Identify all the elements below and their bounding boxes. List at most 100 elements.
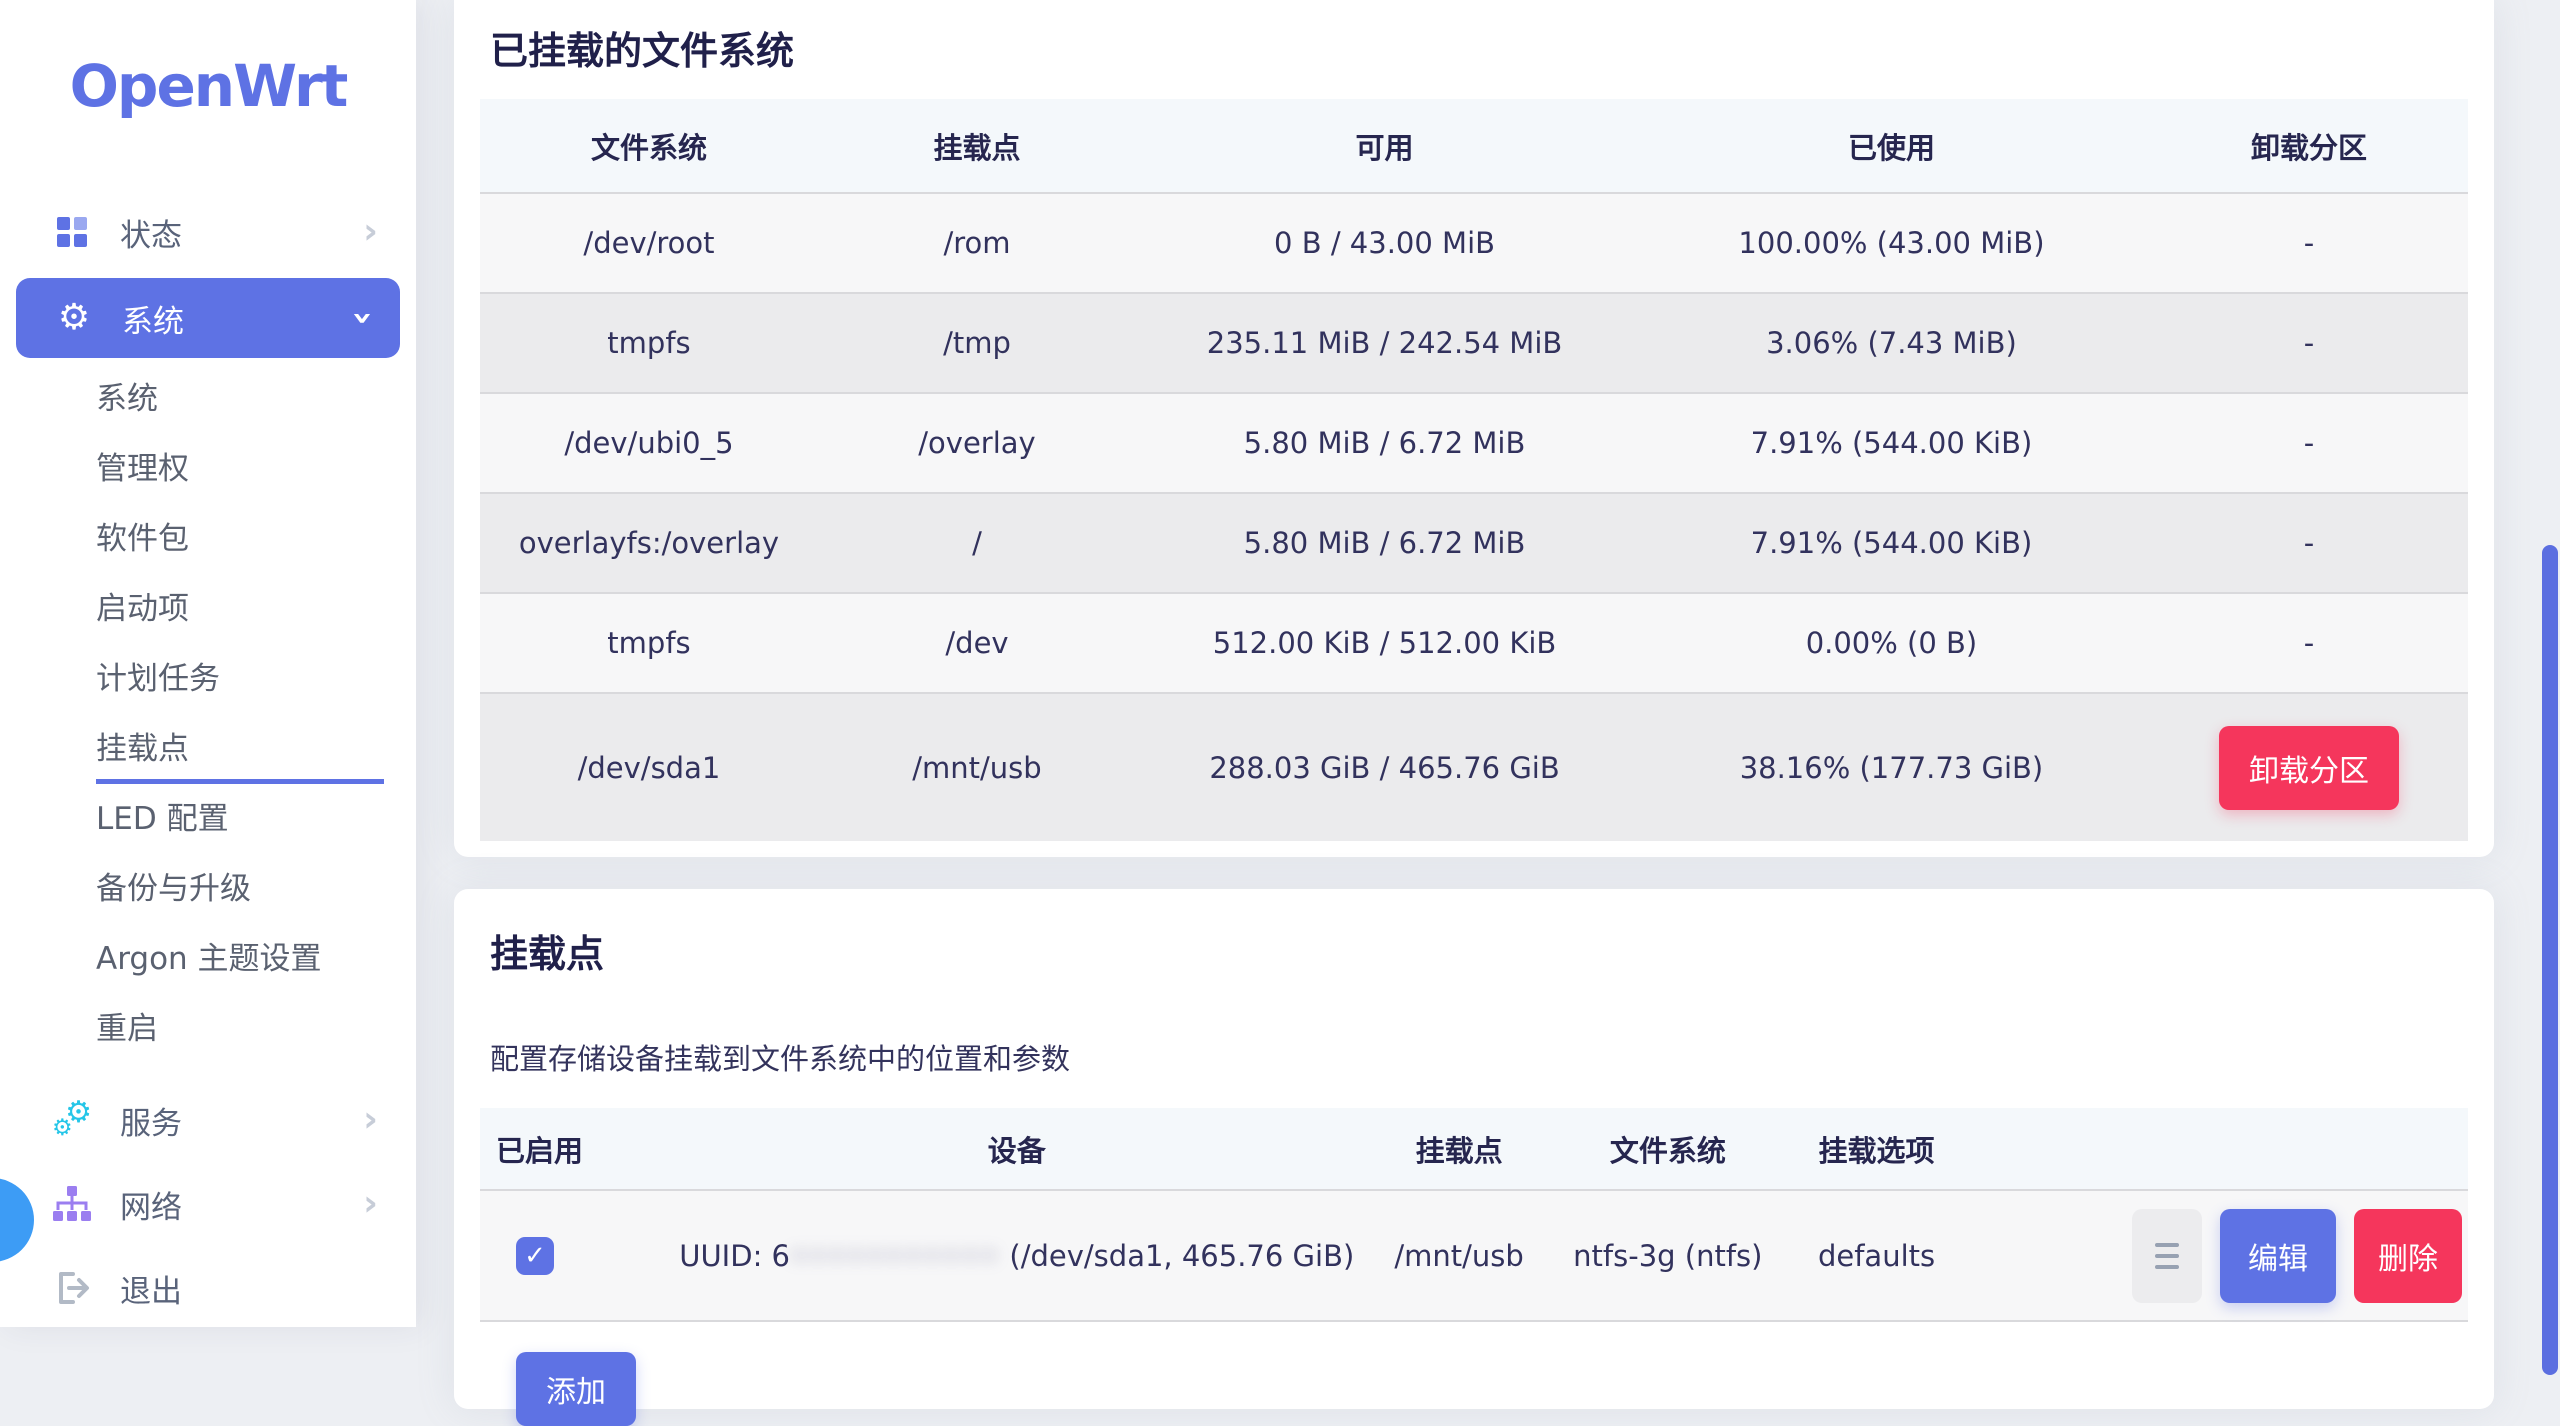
mounted-filesystems-card: 已挂载的文件系统 文件系统 挂载点 可用 已使用 卸载分区 /dev/root … xyxy=(454,0,2494,857)
system-submenu: 系统 管理权 软件包 启动项 计划任务 挂载点 LED 配置 备份与升级 Arg… xyxy=(0,364,416,1064)
drag-handle-button[interactable] xyxy=(2132,1209,2202,1303)
enabled-checkbox[interactable]: ✓ xyxy=(516,1237,554,1275)
cell-mountpoint: /overlay xyxy=(818,393,1136,493)
table-header-row: 已启用 设备 挂载点 文件系统 挂载选项 xyxy=(480,1108,2468,1190)
column-header-options: 挂载选项 xyxy=(1772,1108,1981,1190)
sidebar-item-label: 系统 xyxy=(122,296,184,341)
gear-icon: ⚙ xyxy=(54,300,94,336)
sidebar-item-label: 退出 xyxy=(120,1266,182,1311)
cell-unmount: - xyxy=(2150,293,2468,393)
sidebar-subitem-argon-theme[interactable]: Argon 主题设置 xyxy=(0,924,416,994)
mount-points-card: 挂载点 配置存储设备挂载到文件系统中的位置和参数 已启用 设备 挂载点 文件系统… xyxy=(454,889,2494,1409)
sidebar-item-logout[interactable]: 退出 xyxy=(0,1246,416,1330)
cell-available: 0 B / 43.00 MiB xyxy=(1136,193,1633,293)
cell-filesystem: /dev/root xyxy=(480,193,818,293)
cell-filesystem: /dev/sda1 xyxy=(480,693,818,841)
cell-mountpoint: /dev xyxy=(818,593,1136,693)
scrollbar[interactable] xyxy=(2540,0,2560,1327)
sidebar-subitem-reboot[interactable]: 重启 xyxy=(0,994,416,1064)
main-content: 已挂载的文件系统 文件系统 挂载点 可用 已使用 卸载分区 /dev/root … xyxy=(416,0,2560,1409)
chevron-right-icon: › xyxy=(363,1102,378,1138)
sidebar-item-services[interactable]: ⚙⚙ 服务 › xyxy=(0,1078,416,1162)
sidebar-subitem-scheduled-tasks[interactable]: 计划任务 xyxy=(0,644,416,714)
chevron-right-icon: › xyxy=(363,214,378,250)
cell-available: 5.80 MiB / 6.72 MiB xyxy=(1136,493,1633,593)
cell-used: 0.00% (0 B) xyxy=(1633,593,2150,693)
cell-actions: 编辑 删除 xyxy=(1981,1190,2468,1321)
cell-filesystem: tmpfs xyxy=(480,293,818,393)
cell-unmount: 卸载分区 xyxy=(2150,693,2468,841)
table-row: tmpfs /tmp 235.11 MiB / 242.54 MiB 3.06%… xyxy=(480,293,2468,393)
checkmark-icon: ✓ xyxy=(524,1243,546,1269)
cell-used: 7.91% (544.00 KiB) xyxy=(1633,393,2150,493)
mounted-filesystems-table: 文件系统 挂载点 可用 已使用 卸载分区 /dev/root /rom 0 B … xyxy=(480,99,2468,841)
table-row: tmpfs /dev 512.00 KiB / 512.00 KiB 0.00%… xyxy=(480,593,2468,693)
cell-filesystem: /dev/ubi0_5 xyxy=(480,393,818,493)
sidebar-subitem-led-configuration[interactable]: LED 配置 xyxy=(0,784,416,854)
sidebar-item-status[interactable]: 状态 › xyxy=(0,190,416,274)
device-uuid-prefix: UUID: 6 xyxy=(679,1239,790,1273)
cell-used: 7.91% (544.00 KiB) xyxy=(1633,493,2150,593)
sidebar-subitem-system[interactable]: 系统 xyxy=(0,364,416,434)
device-info-suffix: (/dev/sda1, 465.76 GiB) xyxy=(1000,1239,1354,1273)
cell-unmount: - xyxy=(2150,193,2468,293)
chevron-down-icon: › xyxy=(345,311,381,326)
delete-button[interactable]: 删除 xyxy=(2354,1209,2462,1303)
mount-points-description: 配置存储设备挂载到文件系统中的位置和参数 xyxy=(490,1036,2468,1078)
column-header-unmount: 卸载分区 xyxy=(2150,99,2468,193)
cell-used: 3.06% (7.43 MiB) xyxy=(1633,293,2150,393)
cell-options: defaults xyxy=(1772,1190,1981,1321)
services-gears-icon: ⚙⚙ xyxy=(52,1098,92,1142)
add-button[interactable]: 添加 xyxy=(516,1352,636,1426)
cell-unmount: - xyxy=(2150,493,2468,593)
cell-unmount: - xyxy=(2150,593,2468,693)
cell-device: UUID: 6••••••••••• (/dev/sda1, 465.76 Gi… xyxy=(679,1190,1355,1321)
sidebar-subitem-backup-upgrade[interactable]: 备份与升级 xyxy=(0,854,416,924)
cell-unmount: - xyxy=(2150,393,2468,493)
sidebar: OpenWrt 状态 › ⚙ 系统 › 系统 管理权 软件包 启动项 计划任务 … xyxy=(0,0,416,1327)
table-row: /dev/sda1 /mnt/usb 288.03 GiB / 465.76 G… xyxy=(480,693,2468,841)
sidebar-item-system[interactable]: ⚙ 系统 › xyxy=(16,278,400,358)
table-header-row: 文件系统 挂载点 可用 已使用 卸载分区 xyxy=(480,99,2468,193)
mounted-filesystems-title: 已挂载的文件系统 xyxy=(490,20,2468,75)
sidebar-subitem-mount-points[interactable]: 挂载点 xyxy=(0,714,416,784)
chevron-right-icon: › xyxy=(363,1186,378,1222)
column-header-available: 可用 xyxy=(1136,99,1633,193)
cell-mountpoint: /rom xyxy=(818,193,1136,293)
device-uuid-redacted: ••••••••••• xyxy=(790,1239,1000,1273)
cell-mountpoint: /tmp xyxy=(818,293,1136,393)
column-header-device: 设备 xyxy=(679,1108,1355,1190)
sidebar-item-label: 服务 xyxy=(120,1098,182,1143)
cell-available: 5.80 MiB / 6.72 MiB xyxy=(1136,393,1633,493)
edit-button[interactable]: 编辑 xyxy=(2220,1209,2336,1303)
sidebar-subitem-administration[interactable]: 管理权 xyxy=(0,434,416,504)
cell-enabled: ✓ xyxy=(480,1190,679,1321)
cell-available: 512.00 KiB / 512.00 KiB xyxy=(1136,593,1633,693)
column-header-enabled: 已启用 xyxy=(480,1108,679,1190)
scrollbar-thumb[interactable] xyxy=(2542,545,2558,1375)
cell-filesystem: overlayfs:/overlay xyxy=(480,493,818,593)
cell-filesystem: ntfs-3g (ntfs) xyxy=(1563,1190,1772,1321)
cell-filesystem: tmpfs xyxy=(480,593,818,693)
mount-points-table: 已启用 设备 挂载点 文件系统 挂载选项 ✓ UUID: 6••••••••••… xyxy=(480,1108,2468,1322)
column-header-filesystem: 文件系统 xyxy=(480,99,818,193)
sidebar-subitem-startup[interactable]: 启动项 xyxy=(0,574,416,644)
app-logo: OpenWrt xyxy=(0,52,416,120)
cell-available: 235.11 MiB / 242.54 MiB xyxy=(1136,293,1633,393)
cell-mountpoint: /mnt/usb xyxy=(818,693,1136,841)
column-header-actions xyxy=(1981,1108,2468,1190)
table-row: /dev/root /rom 0 B / 43.00 MiB 100.00% (… xyxy=(480,193,2468,293)
sidebar-item-network[interactable]: 网络 › xyxy=(0,1162,416,1246)
cell-mountpoint: / xyxy=(818,493,1136,593)
dashboard-icon xyxy=(52,217,92,247)
mount-point-row: ✓ UUID: 6••••••••••• (/dev/sda1, 465.76 … xyxy=(480,1190,2468,1321)
mount-points-title: 挂载点 xyxy=(490,923,2468,978)
unmount-partition-button[interactable]: 卸载分区 xyxy=(2219,726,2399,810)
sidebar-subitem-software[interactable]: 软件包 xyxy=(0,504,416,574)
network-sitemap-icon xyxy=(52,1185,92,1223)
cell-used: 38.16% (177.73 GiB) xyxy=(1633,693,2150,841)
column-header-mountpoint: 挂载点 xyxy=(818,99,1136,193)
table-row: /dev/ubi0_5 /overlay 5.80 MiB / 6.72 MiB… xyxy=(480,393,2468,493)
column-header-used: 已使用 xyxy=(1633,99,2150,193)
sidebar-item-label: 状态 xyxy=(120,210,182,255)
